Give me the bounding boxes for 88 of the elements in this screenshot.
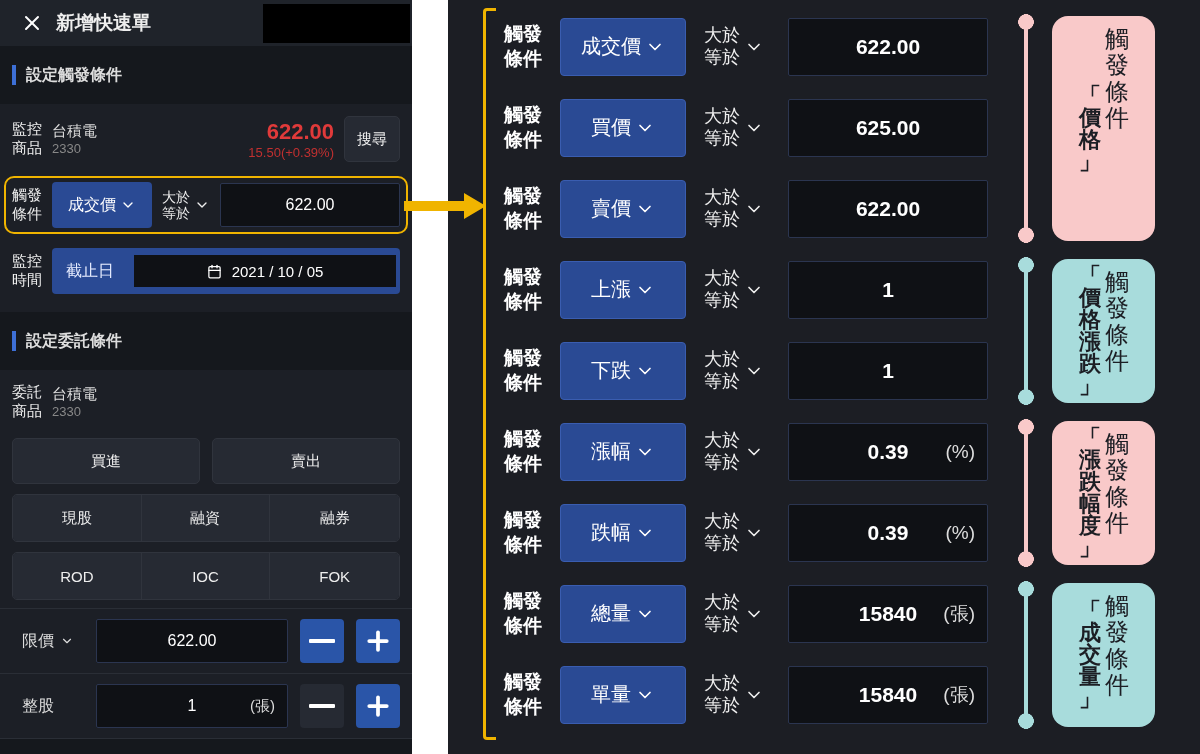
value-field[interactable]: 625.00 [788,98,988,157]
quantity-field[interactable]: 1 (張) [96,684,288,728]
search-button[interactable]: 搜尋 [344,116,400,162]
stock-price: 622.00 [266,118,334,145]
field-label: 觸發條件 [504,21,542,71]
field-label: 觸發條件 [504,183,542,233]
operator-dropdown[interactable]: 大於等於 [704,105,770,150]
value-field[interactable]: 1 [788,260,988,319]
minus-icon [309,639,335,643]
operator-dropdown[interactable]: 大於等於 [704,24,770,69]
field-label: 觸發條件 [504,507,542,557]
condition-dropdown[interactable]: 賣價 [560,179,686,238]
stock-code: 2330 [52,404,82,419]
badge-caption: 觸發條件 [1104,431,1129,537]
segment-option[interactable]: IOC [141,553,271,599]
field-label: 委託商品 [12,383,42,421]
section-marker [12,65,16,85]
value-field[interactable]: 0.39 (%) [788,503,988,562]
field-label: 觸發條件 [504,669,542,719]
value-field[interactable]: 15840 (張) [788,584,988,643]
section-title: 設定觸發條件 [26,64,122,85]
condition-dropdown[interactable]: 下跌 [560,341,686,400]
operator-dropdown[interactable]: 大於等於 [704,510,770,555]
section-title: 設定委託條件 [26,330,122,351]
stock-name: 台積電 [52,385,97,404]
value-field[interactable]: 622.00 [220,183,400,227]
unit-label: (張) [943,682,975,707]
field-label: 觸發條件 [504,264,542,314]
minus-button[interactable] [300,619,344,663]
unit-label: (張) [250,696,275,716]
unit-label: (%) [945,440,975,463]
condition-dropdown[interactable]: 漲幅 [560,422,686,481]
price-type-dropdown[interactable]: 限價 [22,630,84,652]
condition-dropdown[interactable]: 單量 [560,665,686,724]
value-field[interactable]: 622.00 [788,17,988,76]
page-title: 新增快速單 [56,11,151,35]
condition-dropdown[interactable]: 跌幅 [560,503,686,562]
badge-highlight: 「價格」 [1078,84,1101,173]
value-field[interactable]: 15840 (張) [788,665,988,724]
date-field[interactable]: 2021 / 10 / 05 [134,255,396,287]
side-button[interactable]: 賣出 [212,438,400,484]
section-marker [12,331,16,351]
value-field[interactable]: 0.39 (%) [788,422,988,481]
period-mode[interactable]: 截止日 [56,260,124,282]
field-label: 觸發條件 [504,426,542,476]
condition-dropdown[interactable]: 買價 [560,98,686,157]
calendar-icon [206,263,222,279]
operator-dropdown[interactable]: 大於等於 [704,429,770,474]
operator-dropdown[interactable]: 大於等於 [704,186,770,231]
minus-icon [309,704,335,708]
condition-dropdown[interactable]: 成交價 [52,182,152,228]
segment-option[interactable]: 現股 [13,495,142,541]
operator-dropdown[interactable]: 大於等於 [704,267,770,312]
unit-label: (張) [943,601,975,626]
badge-caption: 觸發條件 [1104,26,1129,132]
condition-dropdown[interactable]: 總量 [560,584,686,643]
stock-name: 台積電 [52,122,97,141]
operator-dropdown[interactable]: 大於等於 [704,591,770,636]
plus-button[interactable] [356,684,400,728]
badge-caption: 觸發條件 [1104,269,1129,375]
value-field[interactable]: 622.00 [788,179,988,238]
field-label: 監控商品 [12,120,42,158]
field-label: 觸發條件 [504,345,542,395]
operator-dropdown[interactable]: 大於等於 [704,672,770,717]
segment-option[interactable]: 融資 [141,495,271,541]
operator-dropdown[interactable]: 大於等於 [704,348,770,393]
badge-highlight: 「成交量」 [1078,600,1101,710]
condition-dropdown[interactable]: 成交價 [560,17,686,76]
price-field[interactable]: 622.00 [96,619,288,663]
value-field[interactable]: 1 [788,341,988,400]
badge-highlight: 「漲跌幅度」 [1078,427,1101,559]
field-label: 觸發條件 [12,186,42,224]
field-label: 觸發條件 [504,588,542,638]
segment-option[interactable]: FOK [270,553,399,599]
field-label: 整股 [22,695,55,716]
badge-caption: 觸發條件 [1104,593,1129,699]
condition-dropdown[interactable]: 上漲 [560,260,686,319]
badge-highlight: 「價格漲跌」 [1078,265,1101,397]
segment-option[interactable]: 融券 [270,495,399,541]
price-change: 15.50(+0.39%) [248,144,334,160]
unit-label: (%) [945,521,975,544]
segment-option[interactable]: ROD [13,553,142,599]
plus-button[interactable] [356,619,400,663]
operator-dropdown[interactable]: 大於等於 [162,188,210,222]
side-button[interactable]: 買進 [12,438,200,484]
field-label: 監控時間 [12,252,42,290]
field-label: 觸發條件 [504,102,542,152]
stock-code: 2330 [52,141,82,156]
